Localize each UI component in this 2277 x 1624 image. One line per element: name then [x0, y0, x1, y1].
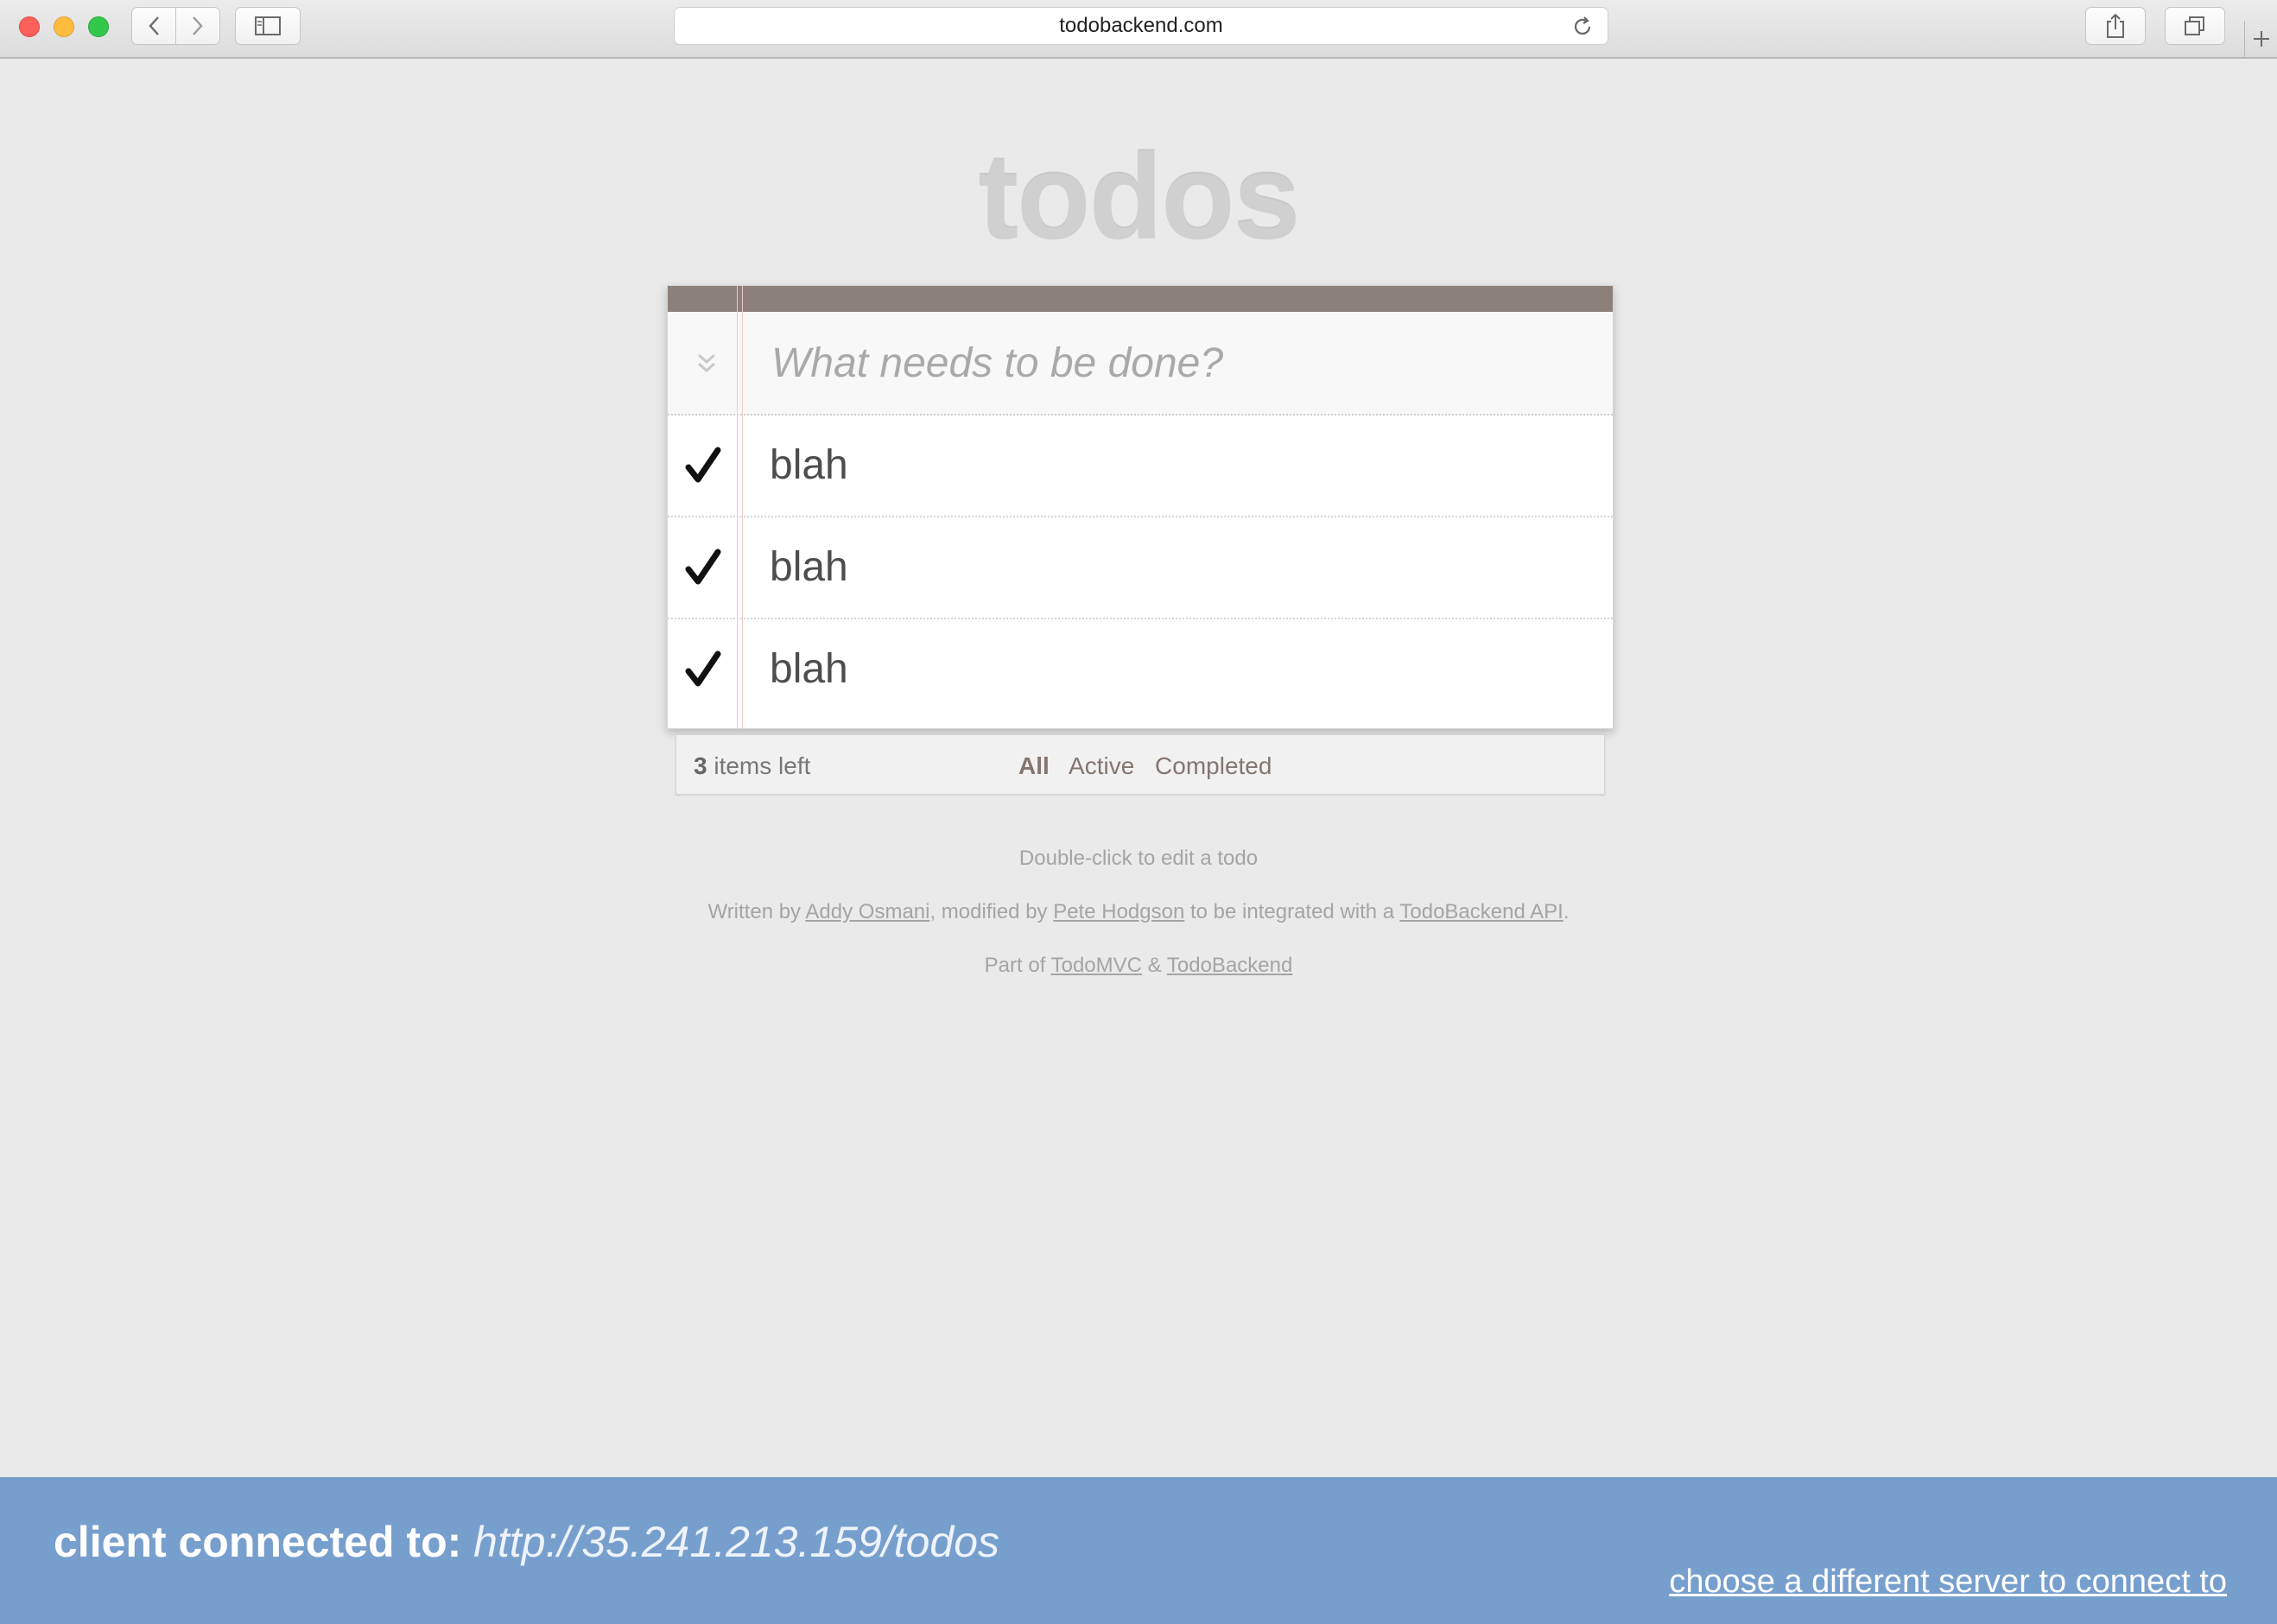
- filter-all[interactable]: All: [1018, 752, 1050, 779]
- edit-hint: Double-click to edit a todo: [1018, 847, 1259, 870]
- server-url: http://35.241.213.159/todos: [473, 1518, 1000, 1566]
- todo-item[interactable]: blah: [668, 416, 1613, 517]
- author-link-pete[interactable]: Pete Hodgson: [1053, 900, 1184, 923]
- address-text: todobackend.com: [1059, 14, 1223, 37]
- todo-footer: 3 items left All Active Completed: [675, 734, 1605, 795]
- connection-banner: client connected to: http://35.241.213.1…: [0, 1477, 2277, 1624]
- window-close-button[interactable]: [19, 16, 40, 37]
- todomvc-link[interactable]: TodoMVC: [1051, 954, 1142, 977]
- checkmark-icon[interactable]: [682, 445, 725, 488]
- sidebar-icon: [255, 16, 281, 35]
- tabs-overview-button[interactable]: [2165, 7, 2225, 45]
- chevron-right-icon: [193, 16, 203, 35]
- todobackend-api-link[interactable]: TodoBackend API: [1399, 900, 1563, 923]
- todo-label: blah: [770, 646, 848, 692]
- credits-text: Written by: [707, 900, 806, 923]
- app-topbar: [668, 286, 1613, 312]
- new-todo-input[interactable]: [770, 331, 1585, 395]
- plus-icon: [2254, 31, 2269, 47]
- back-button[interactable]: [131, 7, 176, 45]
- todo-label: blah: [770, 544, 848, 590]
- notebook-margin-line: [737, 286, 738, 728]
- todo-label: blah: [770, 442, 848, 488]
- todo-count-suffix: items left: [707, 752, 811, 779]
- window-maximize-button[interactable]: [88, 16, 109, 37]
- share-button[interactable]: [2085, 7, 2146, 45]
- reload-icon[interactable]: [1571, 16, 1594, 38]
- tabs-icon: [2185, 16, 2204, 35]
- credits-text: , modified by: [929, 900, 1054, 923]
- author-link-addy[interactable]: Addy Osmani: [805, 900, 929, 923]
- new-tab-button[interactable]: [2244, 21, 2277, 57]
- notebook-margin-line: [742, 286, 743, 728]
- todo-app: blah blah blah: [667, 285, 1614, 729]
- browser-toolbar: todobackend.com: [0, 0, 2277, 59]
- sidebar-button[interactable]: [235, 7, 301, 45]
- checkmark-icon[interactable]: [682, 649, 725, 692]
- todo-count: 3 items left: [694, 752, 810, 780]
- credits-text: to be integrated with a: [1184, 900, 1400, 923]
- share-icon: [2107, 13, 2124, 38]
- connection-label-text: client connected to:: [54, 1518, 474, 1566]
- filter-active[interactable]: Active: [1069, 752, 1134, 779]
- todo-item[interactable]: blah: [668, 619, 1613, 721]
- connection-label: client connected to: http://35.241.213.1…: [54, 1512, 999, 1572]
- part-of-text: &: [1141, 954, 1167, 977]
- todobackend-link[interactable]: TodoBackend: [1167, 954, 1292, 977]
- part-of: Part of TodoMVC & TodoBackend: [0, 954, 2277, 978]
- part-of-text: Part of: [984, 954, 1051, 977]
- credits-text: .: [1563, 900, 1570, 923]
- checkmark-icon[interactable]: [682, 547, 725, 590]
- credits: Written by Addy Osmani, modified by Pete…: [0, 900, 2277, 924]
- filter-completed[interactable]: Completed: [1155, 752, 1272, 779]
- toggle-all-icon[interactable]: [694, 348, 720, 383]
- change-server-link[interactable]: choose a different server to connect to: [1669, 1564, 2227, 1601]
- new-todo-row: [668, 312, 1613, 416]
- window-minimize-button[interactable]: [54, 16, 74, 37]
- filters: All Active Completed: [1018, 752, 1285, 780]
- chevron-left-icon: [149, 16, 159, 35]
- todo-item[interactable]: blah: [668, 517, 1613, 619]
- todo-count-number: 3: [694, 752, 707, 779]
- address-bar[interactable]: todobackend.com: [674, 7, 1608, 45]
- page-title: todos: [978, 129, 1300, 264]
- forward-button[interactable]: [175, 7, 220, 45]
